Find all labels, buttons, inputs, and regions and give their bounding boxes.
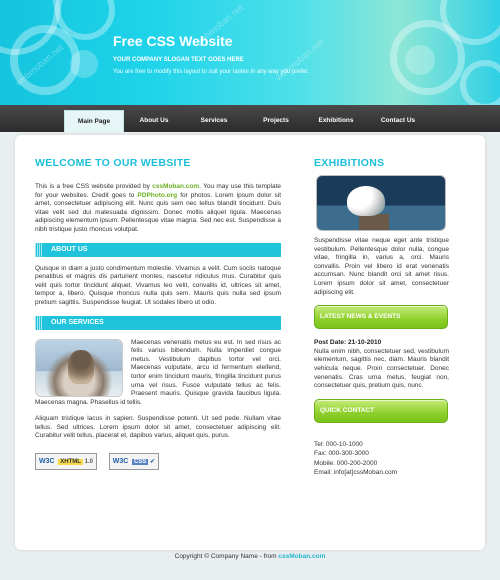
- exhibitions-image: [316, 175, 446, 231]
- pdphoto-link[interactable]: PDPhoto.org: [137, 192, 177, 199]
- copyright-text: Copyright © Company Name - from: [174, 553, 277, 560]
- sidebar: EXHIBITIONS Suspendisse vitae neque eget…: [314, 157, 449, 478]
- contact-tel: Tel: 000-10-1000: [314, 440, 363, 448]
- services-heading: OUR SERVICES: [35, 315, 281, 330]
- welcome-heading: WELCOME TO OUR WEBSITE: [35, 157, 191, 169]
- latest-news-button[interactable]: LATEST NEWS & EVENTS: [314, 305, 448, 330]
- xhtml-badge[interactable]: W3C XHTML 1.0: [35, 453, 97, 471]
- decorative-dot: [70, 50, 98, 78]
- css-badge[interactable]: W3C CSS ✔: [108, 453, 160, 471]
- contact-mobile: Mobile: 000-200-2000: [314, 459, 378, 467]
- about-text: Quisque in diam a justo condimentum mole…: [35, 264, 281, 306]
- site-footer: Copyright © Company Name - from cssMoban…: [0, 553, 500, 560]
- contact-fax: Fax: 000-300-3000: [314, 450, 369, 458]
- about-heading: ABOUT US: [35, 242, 281, 257]
- css-label: CSS: [131, 459, 149, 466]
- xhtml-version: 1.0: [84, 459, 93, 466]
- seagull-shape: [347, 186, 385, 216]
- nav-contact-us[interactable]: Contact Us: [368, 110, 428, 132]
- post-shape: [359, 214, 389, 230]
- site-intro: You are free to modify this layout to su…: [113, 69, 309, 75]
- xhtml-label: XHTML: [58, 459, 83, 466]
- nav-about-us[interactable]: About Us: [124, 110, 184, 132]
- site-header: webmoban.net webmoban.net webmoban.net F…: [0, 0, 500, 105]
- checkmark-icon: ✔: [149, 459, 156, 466]
- contact-email[interactable]: Email: info[at]cssMoban.com: [314, 468, 449, 478]
- cssmoban-link[interactable]: cssMoban.com: [152, 183, 199, 190]
- extra-text: Aliquam tristique lacus in sapien. Suspe…: [35, 415, 281, 440]
- site-slogan: YOUR COMPANY SLOGAN TEXT GOES HERE: [113, 57, 244, 63]
- post-date: Post Date: 21-10-2010: [314, 339, 382, 347]
- w3c-logo: W3C: [39, 458, 55, 466]
- main-content: WELCOME TO OUR WEBSITE This is a free CS…: [35, 157, 281, 471]
- welcome-text: This is a free CSS website provided by c…: [35, 183, 281, 235]
- services-block: Maecenas venenatis metus eu est. In sed …: [35, 338, 281, 408]
- validation-badges: W3C XHTML 1.0 W3C CSS ✔: [35, 453, 281, 471]
- w3c-logo: W3C: [112, 458, 129, 466]
- site-title[interactable]: Free CSS Website: [113, 33, 233, 49]
- footer-brand-link[interactable]: cssMoban.com: [278, 553, 325, 560]
- decorative-dot: [405, 45, 435, 75]
- welcome-text-part1: This is a free CSS website provided by: [35, 183, 150, 190]
- nav-services[interactable]: Services: [184, 110, 244, 132]
- main-nav: Main Page About Us Services Projects Exh…: [0, 105, 500, 132]
- decorative-ring: [460, 60, 500, 105]
- exhibitions-text: Suspendisse vitae neque eget ante tristi…: [314, 237, 449, 296]
- contact-info: Tel: 000-10-1000 Fax: 000-300-3000 Mobil…: [314, 440, 449, 478]
- exhibitions-heading: EXHIBITIONS: [314, 157, 385, 169]
- services-image: [35, 338, 123, 397]
- nav-main-page[interactable]: Main Page: [64, 110, 124, 132]
- news-text: Nulla enim nibh, consectetuer sed, vesti…: [314, 347, 449, 390]
- quick-contact-button[interactable]: QUICK CONTACT: [314, 398, 448, 423]
- nav-projects[interactable]: Projects: [246, 110, 306, 132]
- nav-exhibitions[interactable]: Exhibitions: [306, 110, 366, 132]
